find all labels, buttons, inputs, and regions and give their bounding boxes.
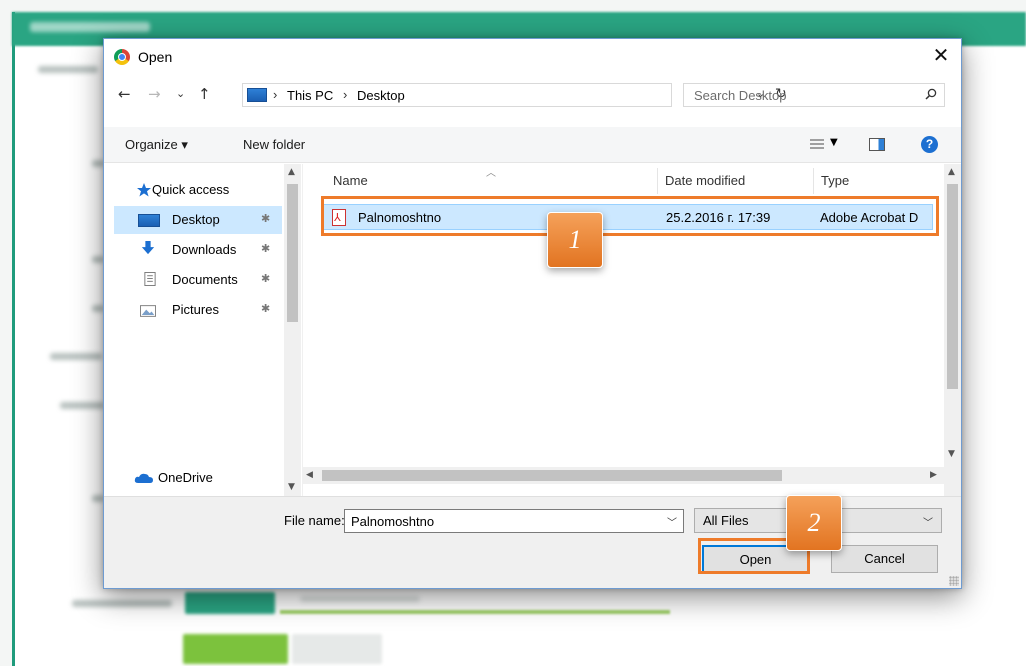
background-cancel-button [292,634,382,664]
up-button[interactable]: ↑ [198,85,211,103]
file-type-value: All Files [703,513,749,528]
nav-label: OneDrive [158,470,213,485]
file-row-highlight [321,196,939,236]
background-text [72,600,172,607]
background-text [300,596,420,602]
scroll-left-arrow-icon[interactable]: ◀ [306,470,313,480]
recent-locations-button[interactable]: ⌄ [176,87,185,100]
file-name-value: Palnomoshtno [351,514,435,529]
view-dropdown-icon[interactable]: ▼ [830,137,838,148]
background-header-text [30,22,150,32]
breadcrumb-separator: › [273,87,278,102]
dialog-title: Open [138,49,173,65]
file-type-dropdown-icon[interactable]: ﹀ [923,514,933,529]
pin-icon[interactable]: ✱ [261,272,270,285]
sort-ascending-icon: ︿ [486,168,496,179]
nav-label: Desktop [172,212,220,227]
file-name-input[interactable]: Palnomoshtno ﹀ [344,509,684,533]
organize-button[interactable]: Organize ▾ [125,137,188,153]
chrome-icon [114,49,130,65]
scroll-down-arrow-icon[interactable]: ▼ [948,449,955,459]
dialog-titlebar: Open ✕ [104,39,961,75]
background-progress [280,610,670,614]
column-separator [813,168,814,194]
background-text [38,66,98,73]
breadcrumb-desktop[interactable]: Desktop [357,88,405,103]
pin-icon[interactable]: ✱ [261,242,270,255]
scroll-right-arrow-icon[interactable]: ▶ [930,470,937,480]
background-text [50,353,102,360]
nav-scroll-thumb[interactable] [287,184,298,322]
breadcrumb-separator: › [343,87,348,102]
scroll-down-arrow-icon[interactable]: ▼ [288,482,295,492]
step-2-badge: 2 [786,495,842,551]
this-pc-icon [247,88,267,102]
nav-item-documents[interactable]: Documents ✱ [114,266,282,294]
help-icon[interactable]: ? [921,136,938,153]
address-row: ← → ⌄ ↑ › This PC › Desktop ⌄ ↻ Search D… [104,81,961,111]
documents-icon [144,272,156,286]
nav-item-quick-access[interactable]: Quick access [114,176,282,204]
step-1-badge: 1 [547,212,603,268]
nav-item-onedrive[interactable]: OneDrive [114,464,282,492]
column-header-date-modified[interactable]: Date modified [665,173,745,188]
scroll-up-arrow-icon[interactable]: ▲ [288,167,295,177]
background-save-button [183,634,288,664]
horizontal-scroll-thumb[interactable] [322,470,782,481]
resize-grip-icon[interactable] [949,576,959,586]
nav-item-pictures[interactable]: Pictures ✱ [114,296,282,324]
nav-label: Documents [172,272,238,287]
nav-label: Quick access [152,182,230,197]
nav-item-desktop[interactable]: Desktop ✱ [114,206,282,234]
file-name-label: File name: [284,513,345,528]
back-button[interactable]: ← [118,85,131,103]
new-folder-button[interactable]: New folder [243,137,305,152]
command-bar: Organize ▾ New folder ▼ ? [104,127,961,163]
scroll-up-arrow-icon[interactable]: ▲ [948,167,955,177]
nav-label: Downloads [172,242,237,257]
column-separator [657,168,658,194]
desktop-icon [138,214,160,227]
cancel-button[interactable]: Cancel [831,545,938,573]
file-list-horizontal-scrollbar[interactable]: ◀ ▶ [302,467,944,484]
change-view-icon[interactable] [810,139,824,151]
search-box[interactable]: Search Desktop [683,83,945,107]
search-placeholder: Search Desktop [694,88,787,103]
breadcrumb-this-pc[interactable]: This PC [287,88,333,103]
close-button[interactable]: ✕ [921,39,961,73]
background-button [185,592,275,614]
nav-scrollbar[interactable]: ▲ ▼ [284,164,301,496]
pin-icon[interactable]: ✱ [261,302,270,315]
star-icon [137,183,151,197]
forward-button[interactable]: → [148,85,161,103]
preview-pane-icon[interactable] [869,138,885,151]
file-name-dropdown-icon[interactable]: ﹀ [667,514,677,529]
downloads-icon [141,241,155,255]
nav-item-downloads[interactable]: Downloads ✱ [114,236,282,264]
column-header-type[interactable]: Type [821,173,849,188]
address-bar[interactable]: › This PC › Desktop ⌄ ↻ [242,83,787,107]
pictures-icon [140,305,156,317]
search-icon [925,88,937,100]
nav-label: Pictures [172,302,219,317]
background-text [60,402,104,409]
vertical-scroll-thumb[interactable] [947,184,958,389]
column-header-name[interactable]: Name [333,173,368,188]
onedrive-icon [134,473,153,483]
file-list-vertical-scrollbar[interactable]: ▲ ▼ [944,164,961,496]
pin-icon[interactable]: ✱ [261,212,270,225]
navigation-pane: Quick access Desktop ✱ Downloads ✱ Docum… [104,164,302,496]
